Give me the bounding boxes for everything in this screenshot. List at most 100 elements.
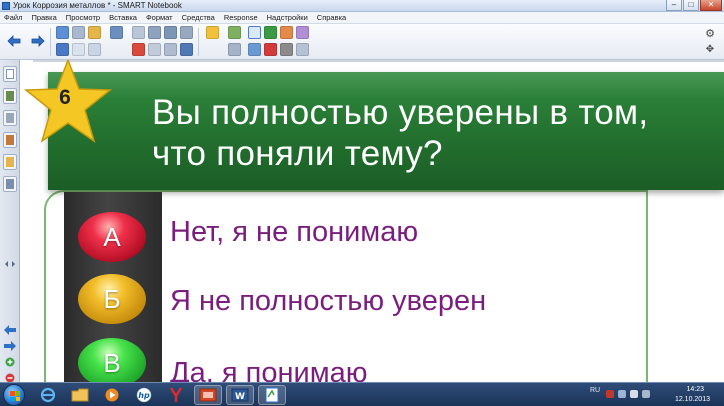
tab-gallery[interactable] [3,88,17,104]
delete-icon[interactable] [132,43,145,56]
antivirus-icon[interactable] [606,390,614,398]
toolbar-group-addons [228,26,242,58]
smart-notebook-icon [2,2,10,10]
minimize-button[interactable]: – [666,0,682,11]
menu-edit[interactable]: Правка [31,13,56,22]
windows-flag-icon [10,391,20,401]
light-letter-a: А [103,221,121,252]
page-sorter-icon [6,69,14,79]
new-page-icon[interactable] [72,43,85,56]
red-light: А [78,212,146,262]
grid-icon[interactable] [164,43,177,56]
fill-icon[interactable] [296,43,309,56]
maximize-button[interactable]: □ [683,0,699,11]
slide-canvas[interactable]: Вы полностью уверены в том, что поняли т… [20,60,724,382]
tab-page-sorter[interactable] [3,66,17,82]
language-indicator[interactable]: RU [590,387,600,394]
taskbar: hp W RU 14:23 12.10.2013 [0,382,724,406]
next-page-icon[interactable] [4,338,16,351]
globe-icon[interactable] [180,26,193,39]
back-arrow-icon[interactable] [6,34,22,48]
powerpoint-icon [199,388,217,402]
taskbar-internet-explorer[interactable] [34,385,62,405]
taskbar-word[interactable]: W [226,385,254,405]
light-letter-b: Б [103,283,121,314]
shapes-icon[interactable] [248,43,261,56]
network-icon[interactable] [618,390,626,398]
volume-icon[interactable] [630,390,638,398]
svg-text:hp: hp [138,391,150,400]
side-tabs [0,60,20,383]
flag-tray-icon[interactable] [642,390,650,398]
taskbar-smart-notebook[interactable] [258,385,286,405]
creative-pen-icon[interactable] [280,26,293,39]
toolbar-group-edit [132,26,194,58]
traffic-light: А Б В [64,192,162,382]
add-page-icon[interactable] [4,354,16,367]
paste-icon[interactable] [88,43,101,56]
toolbar-group-display [110,26,124,41]
fit-icon[interactable] [180,43,193,56]
resize-arrows-icon[interactable] [4,256,16,267]
previous-page-icon[interactable] [4,322,16,335]
toolbar-group-response [206,26,220,41]
eraser-icon[interactable] [296,26,309,39]
clock-date[interactable]: 12.10.2013 [675,396,710,403]
text-icon[interactable] [264,43,277,56]
gear-icon[interactable]: ⚙ [704,28,716,40]
taskbar-media-player[interactable] [98,385,126,405]
toolbar-group-drawing [248,26,310,58]
delete-page-icon[interactable] [4,370,16,383]
tab-attachments[interactable] [3,110,17,126]
menu-format[interactable]: Формат [146,13,173,22]
screen-icon[interactable] [228,43,241,56]
select-arrow-icon[interactable] [248,26,261,39]
response-icon[interactable] [206,26,219,39]
toolbar: ⚙ ✥ [0,24,724,60]
taskbar-yandex[interactable] [162,385,190,405]
menu-help[interactable]: Справка [317,13,346,22]
redo-icon[interactable] [72,26,85,39]
ie-icon [40,387,56,403]
addon-icon[interactable] [228,26,241,39]
extra-icon [6,179,14,189]
screen-shade-icon[interactable] [132,26,145,39]
open-folder-icon[interactable] [88,26,101,39]
taskbar-hp[interactable]: hp [130,385,158,405]
menu-view[interactable]: Просмотр [66,13,100,22]
menu-insert[interactable]: Вставка [109,13,137,22]
tab-addons[interactable] [3,154,17,170]
menu-addons[interactable]: Надстройки [267,13,308,22]
taskbar-powerpoint[interactable] [194,385,222,405]
close-button[interactable]: ✕ [700,0,722,11]
move-toolbar-icon[interactable]: ✥ [704,44,716,56]
pen-icon[interactable] [264,26,277,39]
menu-response[interactable]: Response [224,13,258,22]
yandex-icon [169,387,183,402]
yellow-light: Б [78,274,146,324]
capture-icon[interactable] [164,26,177,39]
answer-a: Нет, я не понимаю [170,216,419,248]
line-icon[interactable] [280,43,293,56]
toolbar-separator [198,28,199,56]
taskbar-explorer[interactable] [66,385,94,405]
table-icon[interactable] [148,43,161,56]
title-bar: Урок Коррозия металлов * - SMART Noteboo… [0,0,724,12]
answer-v: Да, я понимаю [170,357,372,382]
forward-arrow-icon[interactable] [30,34,46,48]
clock-time[interactable]: 14:23 [686,386,704,393]
undo-icon[interactable] [56,26,69,39]
menu-bar: Файл Правка Просмотр Вставка Формат Сред… [0,12,724,24]
menu-tools[interactable]: Средства [182,13,215,22]
window-title: Урок Коррозия металлов * - SMART Noteboo… [13,1,182,10]
tab-properties[interactable] [3,132,17,148]
start-button[interactable] [3,384,25,406]
tab-extra[interactable] [3,176,17,192]
display-icon[interactable] [110,26,123,39]
menu-file[interactable]: Файл [4,13,22,22]
system-tray: RU 14:23 12.10.2013 [584,383,724,406]
slide-number: 6 [59,86,71,109]
save-icon[interactable] [56,43,69,56]
page-icon[interactable] [148,26,161,39]
light-letter-v: В [103,347,121,378]
